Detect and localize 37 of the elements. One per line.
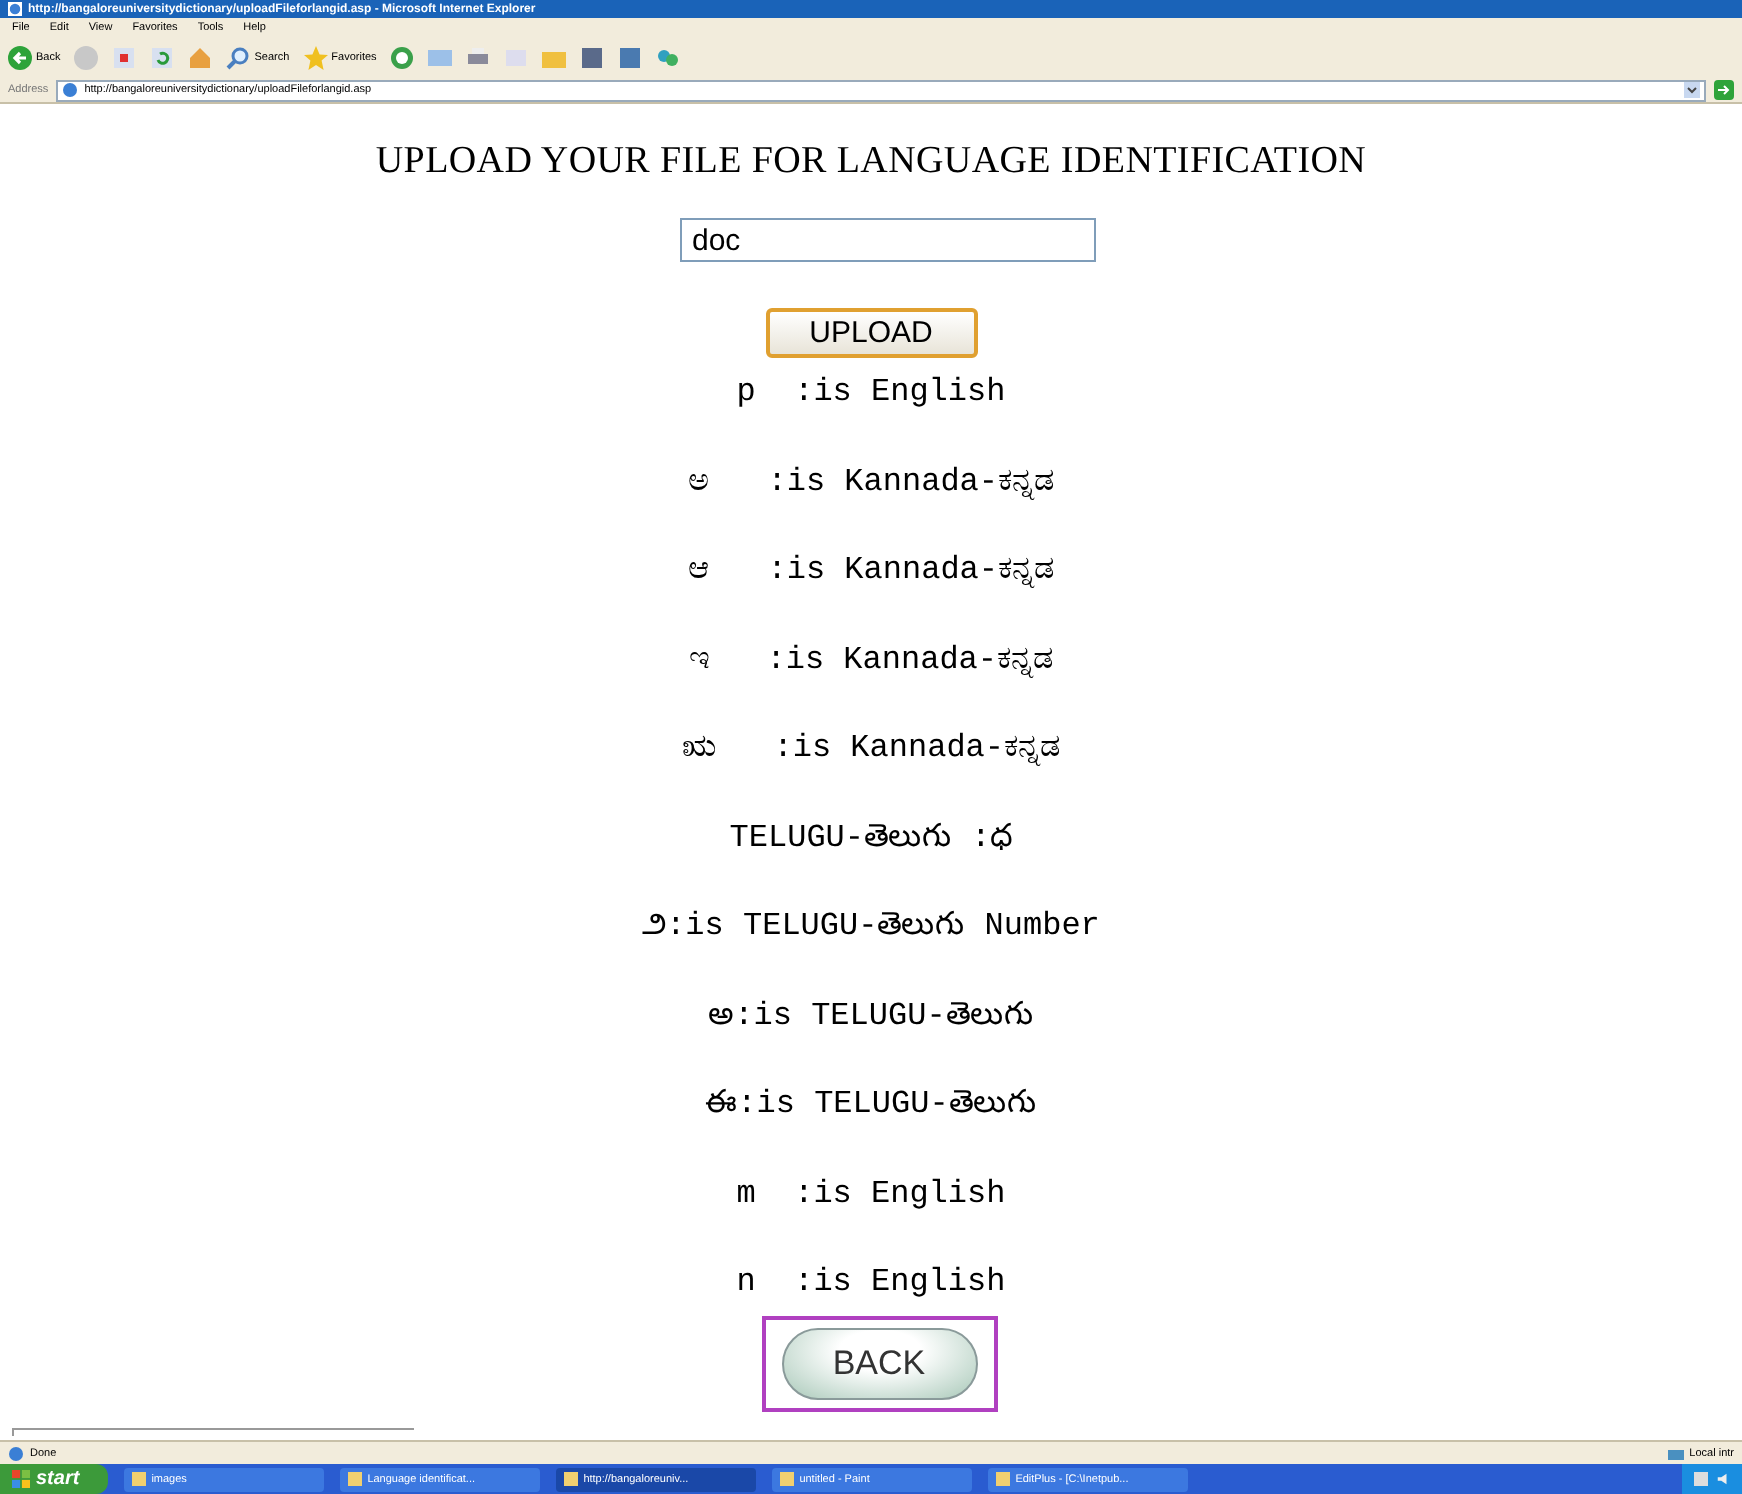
result-line: ౨:is TELUGU-తెలుగు Number	[642, 906, 1100, 948]
home-icon[interactable]	[188, 46, 213, 70]
upload-button[interactable]: UPLOAD	[765, 308, 977, 358]
search-icon	[226, 46, 251, 70]
result-line: m :is English	[736, 1173, 1006, 1215]
window-icon	[563, 1472, 578, 1486]
window-icon	[347, 1472, 362, 1486]
windows-logo-icon	[12, 1470, 30, 1488]
result-line: p :is English	[736, 372, 1006, 414]
people-icon[interactable]	[656, 46, 681, 70]
result-line: ಅ :is Kannada-ಕನ್ನಡ	[687, 461, 1054, 504]
printer-icon[interactable]	[466, 46, 491, 70]
window-icon	[995, 1472, 1010, 1486]
result-line: అ:is TELUGU-తెలుగు	[708, 995, 1034, 1037]
result-line: TELUGU-తెలుగు :ధ	[729, 817, 1013, 859]
result-line: ఈ:is TELUGU-తెలుగు	[705, 1084, 1037, 1126]
file-input-field[interactable]: doc	[680, 218, 1096, 262]
result-line: n :is English	[736, 1262, 1006, 1304]
dropdown-icon[interactable]	[1684, 82, 1700, 98]
speaker-icon[interactable]	[1716, 1472, 1730, 1486]
result-line: ಇ :is Kannada-ಕನ್ನಡ	[688, 639, 1053, 682]
page-heading: UPLOAD YOUR FILE FOR LANGUAGE IDENTIFICATION	[375, 140, 1367, 184]
star-icon	[303, 46, 328, 70]
page-icon	[8, 1445, 24, 1461]
browser-icon	[8, 2, 22, 16]
go-arrow-icon[interactable]	[1714, 80, 1734, 100]
back-button[interactable]: BACK	[781, 1327, 977, 1399]
stop-icon[interactable]	[112, 46, 137, 70]
start-button[interactable]: start	[0, 1464, 108, 1494]
result-line: ಆ :is Kannada-ಕನ್ನಡ	[687, 550, 1054, 592]
result-line: ಋ :is Kannada-ಕನ್ನಡ	[681, 728, 1060, 770]
refresh-icon[interactable]	[150, 46, 175, 70]
page-icon	[62, 82, 79, 98]
history-icon[interactable]	[390, 46, 415, 70]
back-arrow-icon	[8, 46, 32, 70]
window-icon	[779, 1472, 794, 1486]
window-icon	[131, 1472, 146, 1486]
